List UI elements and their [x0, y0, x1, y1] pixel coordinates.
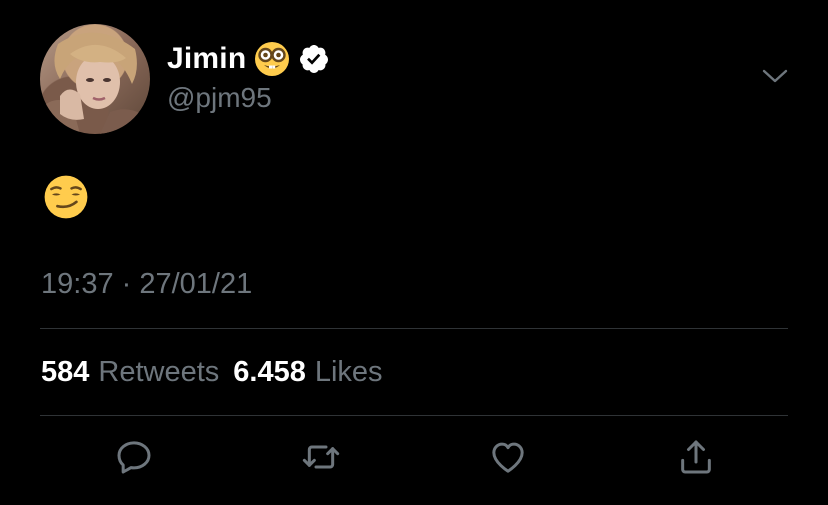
- display-name-row: Jimin: [167, 41, 330, 77]
- tweet-detail: Jimin @pjm95 😏 19:37 · 27/01/21: [0, 0, 828, 505]
- heart-icon: [492, 442, 524, 473]
- avatar[interactable]: [40, 24, 150, 134]
- tweet-actions: [0, 437, 828, 485]
- retweets-count[interactable]: 584: [41, 356, 89, 389]
- share-icon: [681, 440, 711, 474]
- reply-button[interactable]: [114, 437, 154, 477]
- tweet-stats: 584 Retweets 6.458 Likes: [41, 356, 383, 389]
- divider: [40, 328, 788, 329]
- verified-badge-icon: [300, 45, 329, 73]
- retweets-label[interactable]: Retweets: [98, 356, 219, 389]
- user-handle[interactable]: @pjm95: [167, 82, 272, 114]
- display-name[interactable]: Jimin: [167, 42, 246, 76]
- chevron-down-icon[interactable]: [762, 68, 788, 84]
- like-button[interactable]: [488, 437, 528, 477]
- retweet-button[interactable]: [301, 437, 341, 477]
- reply-icon: [117, 441, 151, 474]
- likes-label[interactable]: Likes: [315, 356, 383, 389]
- likes-count[interactable]: 6.458: [233, 356, 306, 389]
- divider: [40, 415, 788, 416]
- tweet-timestamp[interactable]: 19:37 · 27/01/21: [41, 268, 252, 301]
- avatar-image: [40, 32, 150, 134]
- smirking-face-emoji: 😏: [44, 175, 88, 219]
- nerd-face-icon: [255, 42, 290, 76]
- retweet-icon: [302, 445, 340, 469]
- share-button[interactable]: [676, 437, 716, 477]
